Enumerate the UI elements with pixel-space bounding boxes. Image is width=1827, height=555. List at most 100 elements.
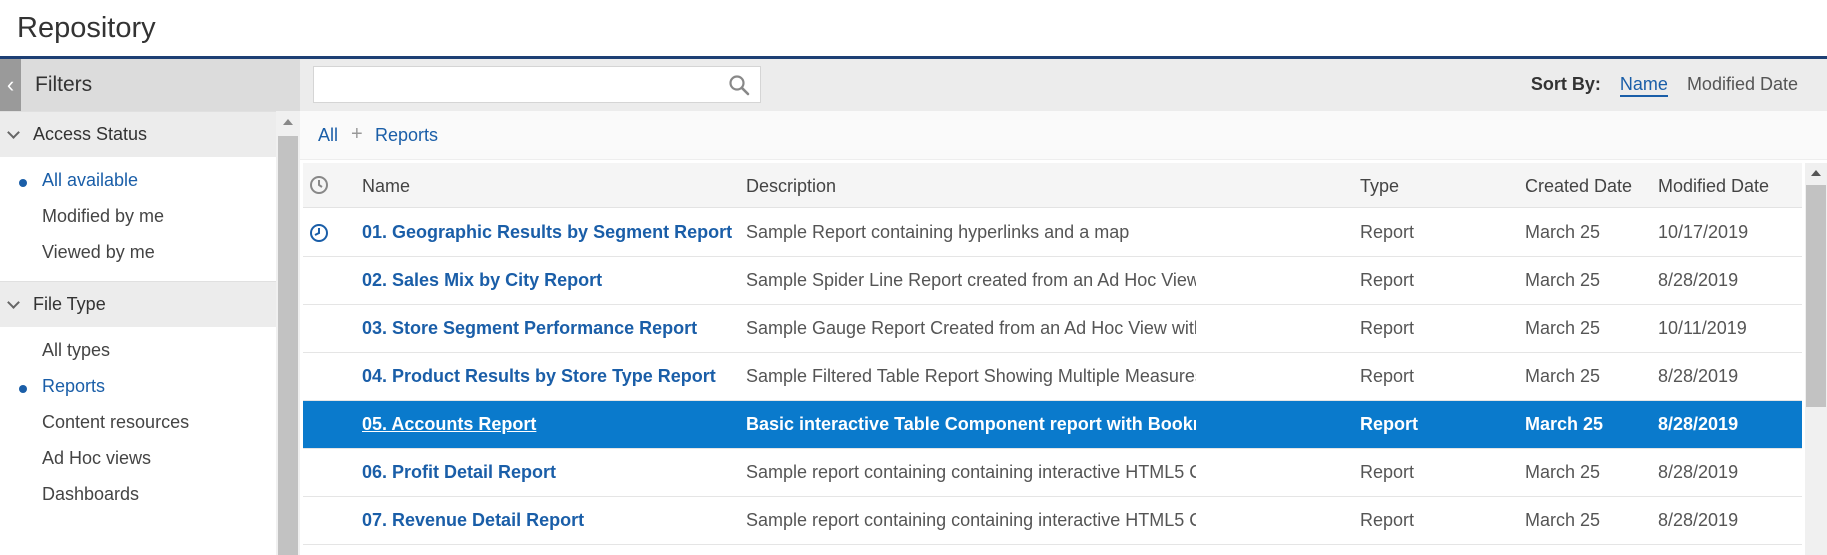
- chevron-down-icon: [7, 296, 20, 309]
- page-title: Repository: [17, 12, 156, 44]
- filter-section-label: File Type: [33, 294, 106, 314]
- chevron-left-icon: ‹: [6, 72, 15, 97]
- row-type: Report: [1360, 270, 1415, 290]
- clock-column-icon: [310, 176, 328, 194]
- repository-table: Name Description Type Created Date Modif…: [303, 163, 1802, 555]
- scroll-up-arrow-icon[interactable]: [283, 119, 293, 125]
- row-type: Report: [1360, 222, 1415, 242]
- row-description: Sample Report containing hyperlinks and …: [746, 222, 1130, 242]
- filter-item[interactable]: All types: [0, 333, 276, 369]
- row-modified-date: 8/28/2019: [1658, 414, 1739, 434]
- filter-item[interactable]: All available: [0, 163, 276, 199]
- column-header-type[interactable]: Type: [1360, 176, 1399, 197]
- sort-by-control: Sort By: Name Modified Date: [1531, 74, 1798, 98]
- repository-main: Sort By: Name Modified Date All + Report…: [300, 59, 1827, 555]
- filter-section-label: Access Status: [33, 124, 148, 144]
- recently-viewed-clock-icon: [310, 224, 328, 242]
- row-created-date: March 25: [1525, 510, 1601, 530]
- table-row[interactable]: 06. Profit Detail Report Sample report co…: [303, 449, 1802, 497]
- filters-panel: ‹ Filters Access Status All available Modi…: [0, 59, 300, 555]
- filter-item[interactable]: Content resources: [0, 405, 276, 441]
- scroll-up-arrow-icon[interactable]: [1811, 170, 1821, 176]
- selected-dot-icon: [19, 385, 27, 393]
- table-row[interactable]: 01. Geographic Results by Segment Report…: [303, 209, 1802, 257]
- row-type: Report: [1360, 510, 1415, 530]
- table-row[interactable]: 04. Product Results by Store Type Report…: [303, 353, 1802, 401]
- row-created-date: March 25: [1525, 462, 1601, 482]
- search-input[interactable]: [313, 66, 761, 103]
- breadcrumb-all-link[interactable]: All: [318, 125, 338, 146]
- sort-by-label: Sort By:: [1530, 74, 1601, 94]
- chevron-down-icon: [7, 126, 20, 139]
- column-header-name[interactable]: Name: [362, 176, 410, 197]
- row-type: Report: [1360, 318, 1415, 338]
- row-created-date: March 25: [1525, 414, 1604, 434]
- filters-scrollbar[interactable]: [276, 111, 300, 555]
- filter-item[interactable]: Ad Hoc views: [0, 441, 276, 477]
- toolbar: Sort By: Name Modified Date: [300, 59, 1827, 111]
- row-modified-date: 8/28/2019: [1658, 270, 1739, 290]
- filters-header: ‹ Filters: [0, 59, 300, 111]
- row-name-link[interactable]: 01. Geographic Results by Segment Report: [362, 222, 732, 243]
- column-header-created-date[interactable]: Created Date: [1525, 176, 1632, 197]
- scrollbar-thumb[interactable]: [278, 136, 298, 555]
- row-created-date: March 25: [1525, 366, 1601, 386]
- row-name-link[interactable]: 02. Sales Mix by City Report: [362, 270, 732, 291]
- row-modified-date: 8/28/2019: [1658, 462, 1739, 482]
- column-header-modified-date[interactable]: Modified Date: [1658, 176, 1769, 197]
- filters-title: Filters: [35, 73, 93, 96]
- filter-section-header[interactable]: Access Status: [0, 111, 276, 157]
- filter-item-label: Content resources: [42, 412, 190, 432]
- filter-item-label: Modified by me: [42, 206, 165, 226]
- table-row[interactable]: 05. Accounts Report Basic interactive Tab…: [303, 401, 1802, 449]
- row-name-link[interactable]: 04. Product Results by Store Type Report: [362, 366, 732, 387]
- column-header-description[interactable]: Description: [746, 176, 836, 197]
- plus-separator-icon: +: [351, 123, 363, 145]
- filter-item-label: All available: [42, 170, 139, 190]
- sort-by-modified-date[interactable]: Modified Date: [1687, 74, 1798, 94]
- filter-item-label: Ad Hoc views: [42, 448, 152, 468]
- row-modified-date: 8/28/2019: [1658, 366, 1739, 386]
- filter-item-label: All types: [42, 340, 111, 360]
- filter-item-label: Dashboards: [42, 484, 140, 504]
- filter-section-header[interactable]: File Type: [0, 281, 276, 327]
- row-description: Sample Gauge Report Created from an Ad H…: [746, 318, 1196, 338]
- breadcrumb: All + Reports: [300, 111, 1827, 160]
- row-modified-date: 10/11/2019: [1658, 318, 1747, 338]
- filter-item[interactable]: Modified by me: [0, 199, 276, 235]
- row-description: Sample report containing containing inte…: [746, 462, 1196, 482]
- search-icon[interactable]: [728, 74, 750, 96]
- row-description: Sample Filtered Table Report Showing Mul…: [746, 366, 1196, 386]
- row-created-date: March 25: [1525, 270, 1601, 290]
- row-type: Report: [1360, 414, 1418, 434]
- table-row[interactable]: 02. Sales Mix by City Report Sample Spide…: [303, 257, 1802, 305]
- row-name-link[interactable]: 07. Revenue Detail Report: [362, 510, 732, 531]
- filter-item-label: Reports: [42, 376, 106, 396]
- table-header: Name Description Type Created Date Modif…: [303, 163, 1802, 208]
- table-scrollbar[interactable]: [1805, 163, 1827, 555]
- row-created-date: March 25: [1525, 318, 1601, 338]
- row-type: Report: [1360, 366, 1415, 386]
- row-description: Sample report containing containing inte…: [746, 510, 1196, 530]
- row-description: Sample Spider Line Report created from a…: [746, 270, 1196, 290]
- table-row[interactable]: 03. Store Segment Performance Report Samp…: [303, 305, 1802, 353]
- filter-list: Access Status All available Modified by me…: [0, 111, 276, 555]
- sort-by-name[interactable]: Name: [1619, 74, 1668, 97]
- breadcrumb-current[interactable]: Reports: [375, 125, 438, 146]
- row-type: Report: [1360, 462, 1415, 482]
- table-row[interactable]: 07. Revenue Detail Report Sample report c…: [303, 497, 1802, 545]
- row-name-link[interactable]: 05. Accounts Report: [362, 414, 732, 435]
- selected-dot-icon: [19, 179, 27, 187]
- row-created-date: March 25: [1525, 222, 1601, 242]
- row-name-link[interactable]: 03. Store Segment Performance Report: [362, 318, 732, 339]
- row-modified-date: 10/17/2019: [1658, 222, 1749, 242]
- row-description: Basic interactive Table Component report…: [746, 414, 1196, 434]
- filter-item[interactable]: Reports: [0, 369, 276, 405]
- row-modified-date: 8/28/2019: [1658, 510, 1739, 530]
- filter-item[interactable]: Viewed by me: [0, 235, 276, 271]
- scrollbar-thumb[interactable]: [1806, 185, 1826, 407]
- filter-item[interactable]: Dashboards: [0, 477, 276, 513]
- row-name-link[interactable]: 06. Profit Detail Report: [362, 462, 732, 483]
- page-header: Repository: [0, 0, 1827, 59]
- collapse-panel-button[interactable]: ‹: [0, 59, 21, 111]
